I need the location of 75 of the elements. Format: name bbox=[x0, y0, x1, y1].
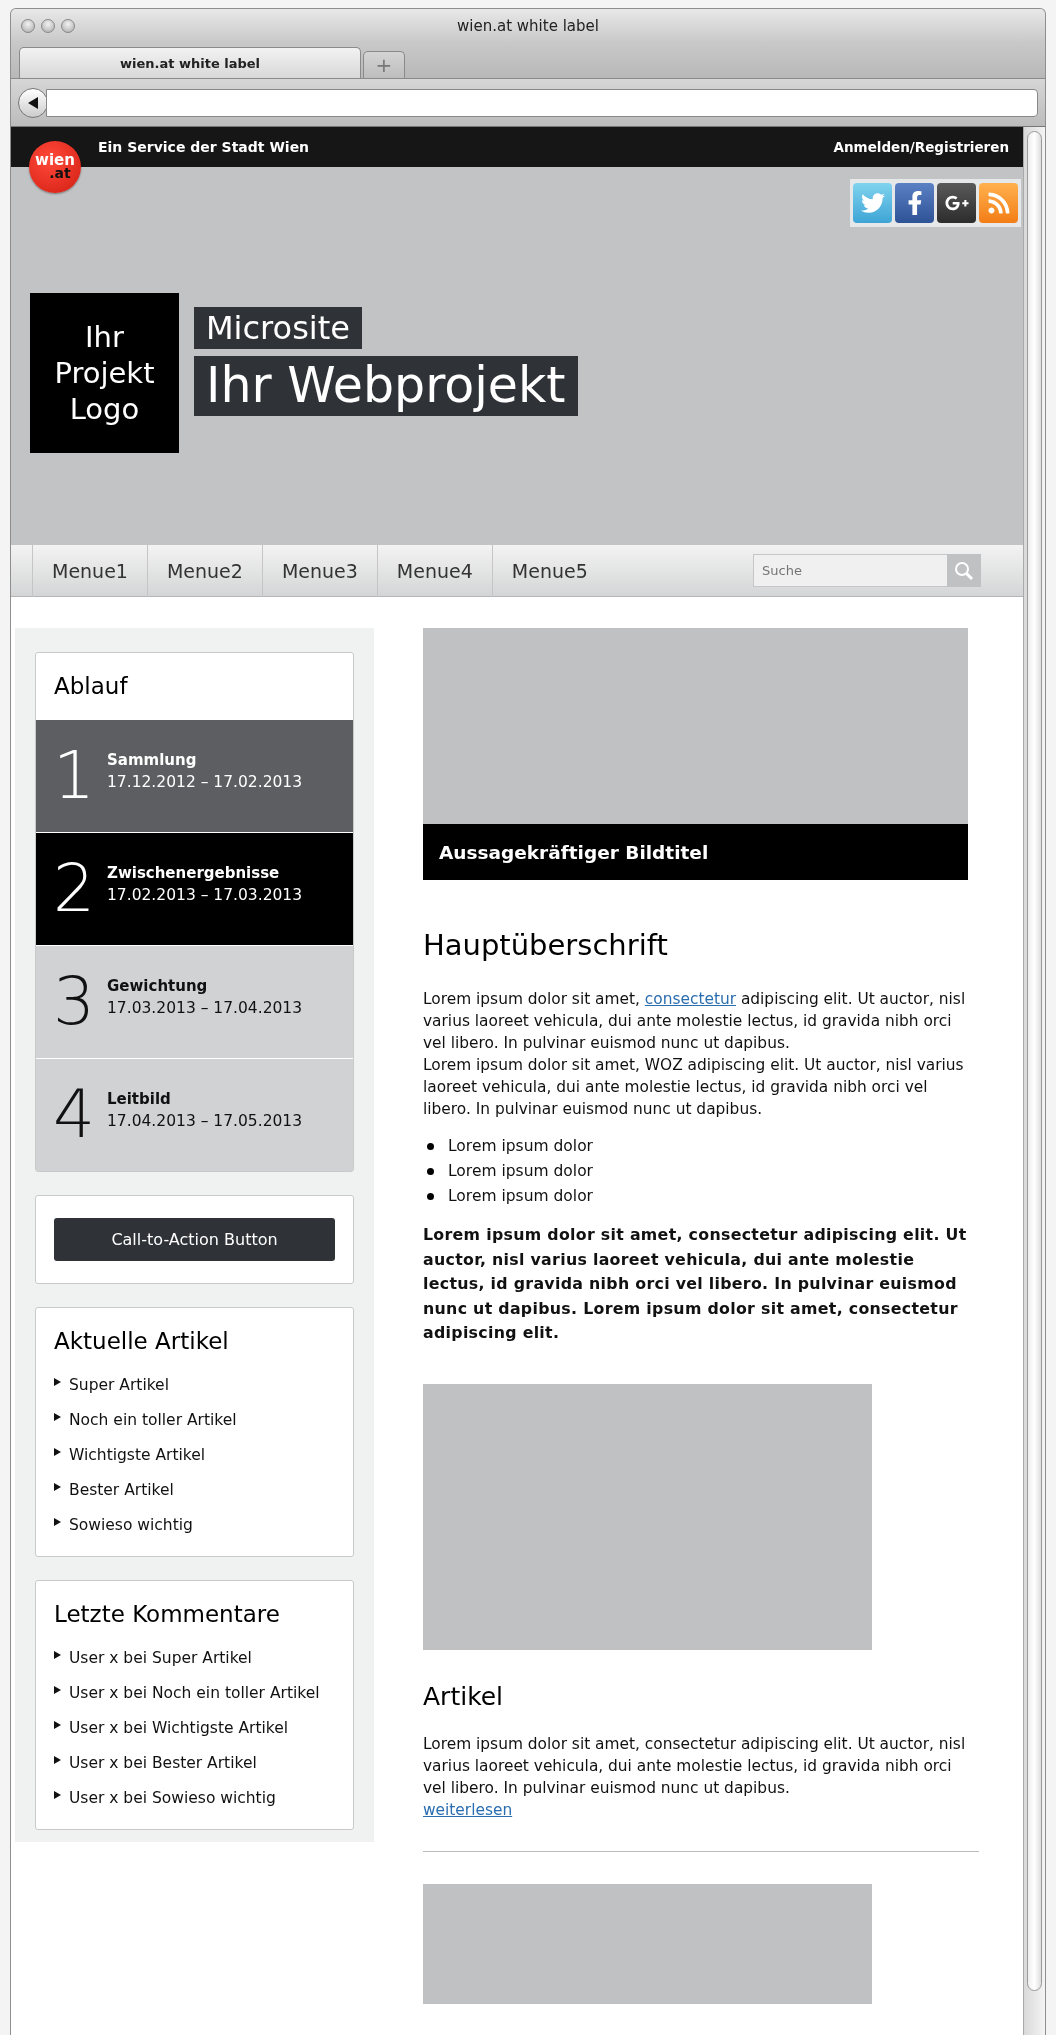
triangle-icon bbox=[54, 1791, 61, 1799]
list-link[interactable]: Wichtigste Artikel bbox=[69, 1442, 206, 1468]
city-logo[interactable]: wien .at bbox=[29, 141, 81, 193]
triangle-icon bbox=[54, 1721, 61, 1729]
step-dates: 17.04.2013 – 17.05.2013 bbox=[107, 1112, 303, 1130]
step-number: 4 bbox=[53, 1082, 96, 1148]
triangle-icon bbox=[54, 1756, 61, 1764]
address-field[interactable] bbox=[46, 88, 1038, 117]
triangle-icon bbox=[54, 1651, 61, 1659]
list-link[interactable]: User x bei Super Artikel bbox=[69, 1645, 252, 1671]
back-icon bbox=[26, 95, 40, 110]
triangle-icon bbox=[54, 1686, 61, 1694]
list-link[interactable]: User x bei Noch ein toller Artikel bbox=[69, 1680, 320, 1706]
scrollbar[interactable] bbox=[1027, 131, 1042, 1991]
bullet-icon bbox=[427, 1168, 434, 1175]
window-title: wien.at white label bbox=[457, 16, 599, 35]
list-link[interactable]: Noch ein toller Artikel bbox=[69, 1407, 237, 1433]
image-caption: Aussagekräftiger Bildtitel bbox=[423, 824, 968, 880]
step-name: Leitbild bbox=[107, 1090, 172, 1108]
menu-item[interactable]: Menue3 bbox=[261, 544, 377, 597]
bullet-text: Lorem ipsum dolor bbox=[448, 1186, 593, 1207]
paragraph: Lorem ipsum dolor sit amet, consectetur adipiscing elit. Ut auctor, nisl varius laoreet vehicula, dui ante molestie lectus, id gravida nibh orci vel libero. In pulvinar euismod nunc ut dapibus. bbox=[423, 989, 967, 1054]
article-heading: Artikel bbox=[423, 1681, 505, 1711]
step-dates: 17.02.2013 – 17.03.2013 bbox=[107, 886, 303, 904]
menu-item[interactable]: Menue5 bbox=[491, 544, 607, 597]
bullet-text: Lorem ipsum dolor bbox=[448, 1136, 593, 1157]
window-control[interactable] bbox=[21, 18, 35, 33]
search-icon[interactable] bbox=[947, 554, 981, 587]
search-field[interactable]: Suche bbox=[753, 554, 947, 587]
list-link[interactable]: Super Artikel bbox=[69, 1372, 169, 1398]
card-title: Letzte Kommentare bbox=[53, 1600, 281, 1629]
triangle-icon bbox=[54, 1413, 61, 1421]
site-kicker: Microsite bbox=[194, 307, 362, 349]
menu-item[interactable]: Menue4 bbox=[376, 544, 492, 597]
main-heading: Hauptüberschrift bbox=[423, 928, 669, 962]
service-label: Ein Service der Stadt Wien bbox=[98, 139, 310, 155]
triangle-icon bbox=[54, 1518, 61, 1526]
project-logo: Ihr Projekt Logo bbox=[30, 293, 179, 453]
bullet-icon bbox=[427, 1143, 434, 1150]
window-control[interactable] bbox=[41, 18, 55, 33]
list-link[interactable]: User x bei Sowieso wichtig bbox=[69, 1785, 276, 1811]
back-button[interactable] bbox=[18, 87, 48, 118]
window-control[interactable] bbox=[61, 18, 75, 33]
bullet-text: Lorem ipsum dolor bbox=[448, 1161, 593, 1182]
paragraph: Lorem ipsum dolor sit amet, WOZ adipiscing elit. Ut auctor, nisl varius laoreet vehicula, dui ante molestie lectus, id gravida nibh orci vel libero. In pulvinar euismod nunc ut dapibus. bbox=[423, 1055, 965, 1120]
card-title: Aktuelle Artikel bbox=[53, 1327, 230, 1356]
text-link[interactable]: consectetur bbox=[644, 990, 736, 1008]
paragraph: Lorem ipsum dolor sit amet, consectetur adipiscing elit. Ut auctor, nisl varius laoreet vehicula, dui ante molestie lectus, id gravida nibh orci vel libero. In pulvinar euismod nunc ut dapibus. bbox=[423, 1733, 967, 1799]
triangle-icon bbox=[54, 1483, 61, 1491]
facebook-icon[interactable] bbox=[895, 183, 934, 223]
browser-tab[interactable]: wien.at white label bbox=[19, 47, 361, 78]
triangle-icon bbox=[54, 1378, 61, 1386]
list-link[interactable]: User x bei Bester Artikel bbox=[69, 1750, 257, 1776]
menu-item[interactable]: Menue1 bbox=[32, 544, 147, 597]
step-name: Zwischenergebnisse bbox=[107, 864, 281, 882]
site-title: Ihr Webprojekt bbox=[194, 356, 578, 416]
step-dates: 17.03.2013 – 17.04.2013 bbox=[107, 999, 303, 1017]
bold-paragraph: Lorem ipsum dolor sit amet, consectetur adipiscing elit. Ut auctor, nisl varius laoreet vehicula, dui ante molestie lectus, id gravida nibh orci vel libero. In pulvinar euismod nunc ut dapibus. Lorem ipsum dolor sit amet, consectetur adipiscing elit. bbox=[423, 1224, 968, 1344]
step-name: Sammlung bbox=[107, 751, 198, 769]
step-dates: 17.12.2012 – 17.02.2013 bbox=[107, 773, 303, 791]
card-title: Ablauf bbox=[53, 672, 129, 701]
list-link[interactable]: Bester Artikel bbox=[69, 1477, 174, 1503]
step-name: Gewichtung bbox=[107, 977, 209, 995]
step-number: 2 bbox=[53, 856, 96, 922]
list-link[interactable]: User x bei Wichtigste Artikel bbox=[69, 1715, 289, 1741]
login-link[interactable]: Anmelden/Registrieren bbox=[833, 139, 1009, 155]
list-link[interactable]: Sowieso wichtig bbox=[69, 1512, 193, 1538]
read-more-link[interactable]: weiterlesen bbox=[423, 1798, 513, 1821]
google-plus-icon[interactable] bbox=[937, 183, 976, 223]
bullet-icon bbox=[427, 1193, 434, 1200]
triangle-icon bbox=[54, 1448, 61, 1456]
cta-button[interactable]: Call-to-Action Button bbox=[54, 1218, 335, 1261]
step-number: 3 bbox=[53, 969, 96, 1035]
step-number: 1 bbox=[53, 743, 96, 809]
menu-item[interactable]: Menue2 bbox=[146, 544, 262, 597]
